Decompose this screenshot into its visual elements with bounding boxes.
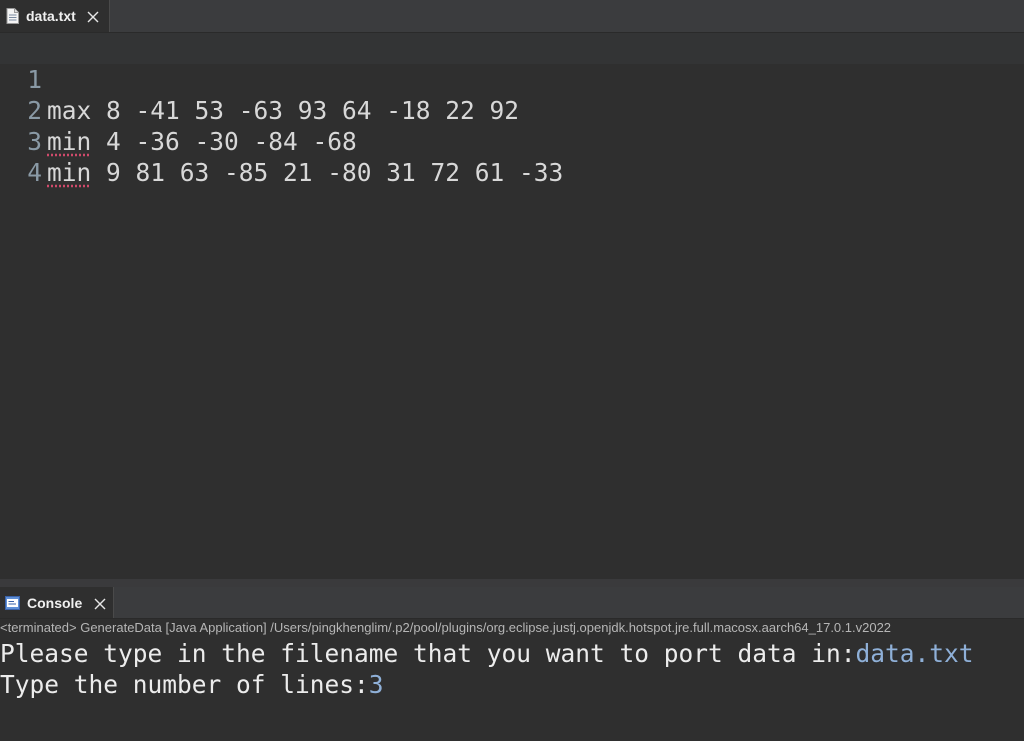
editor-tab-bar: data.txt [0,0,1024,33]
code-line[interactable]: 1 max 8 -41 53 -63 93 64 -18 22 92 [0,33,1024,125]
console-user-input: data.txt [855,639,974,668]
tab-label: Console [27,594,83,611]
console-user-input: 3 [368,670,384,699]
tab-label: data.txt [26,8,76,24]
tab-console[interactable]: Console [0,587,114,618]
panel-divider[interactable] [0,579,1024,587]
console-process-status: <terminated> GenerateData [Java Applicat… [0,620,892,635]
close-icon[interactable] [94,597,106,609]
console-icon [5,595,20,610]
console-prompt: Type the number of lines: [0,670,369,699]
console-output[interactable]: Please type in the filename that you wan… [0,638,1024,741]
close-icon[interactable] [87,10,99,23]
console-tab-bar: Console [0,587,1024,619]
line-values: 9 81 63 -85 21 -80 31 72 61 -33 [91,158,564,187]
console-line: Type the number of lines:3 [0,669,1024,700]
text-file-icon [6,8,19,24]
text-editor[interactable]: 1 max 8 -41 53 -63 93 64 -18 22 92 2 min… [0,33,1024,579]
code-line[interactable]: 3 min 9 81 63 -85 21 -80 31 72 61 -33 [0,95,1024,187]
console-prompt: Please type in the filename that you wan… [0,639,856,668]
tab-data-txt[interactable]: data.txt [0,0,110,32]
code-line[interactable]: 4 [0,126,1024,187]
line-content: min 9 81 63 -85 21 -80 31 72 61 -33 [47,157,563,188]
console-line: Please type in the filename that you wan… [0,638,1024,669]
line-number: 4 [27,158,42,187]
code-line[interactable]: 2 min 4 -36 -30 -84 -68 [0,64,1024,156]
